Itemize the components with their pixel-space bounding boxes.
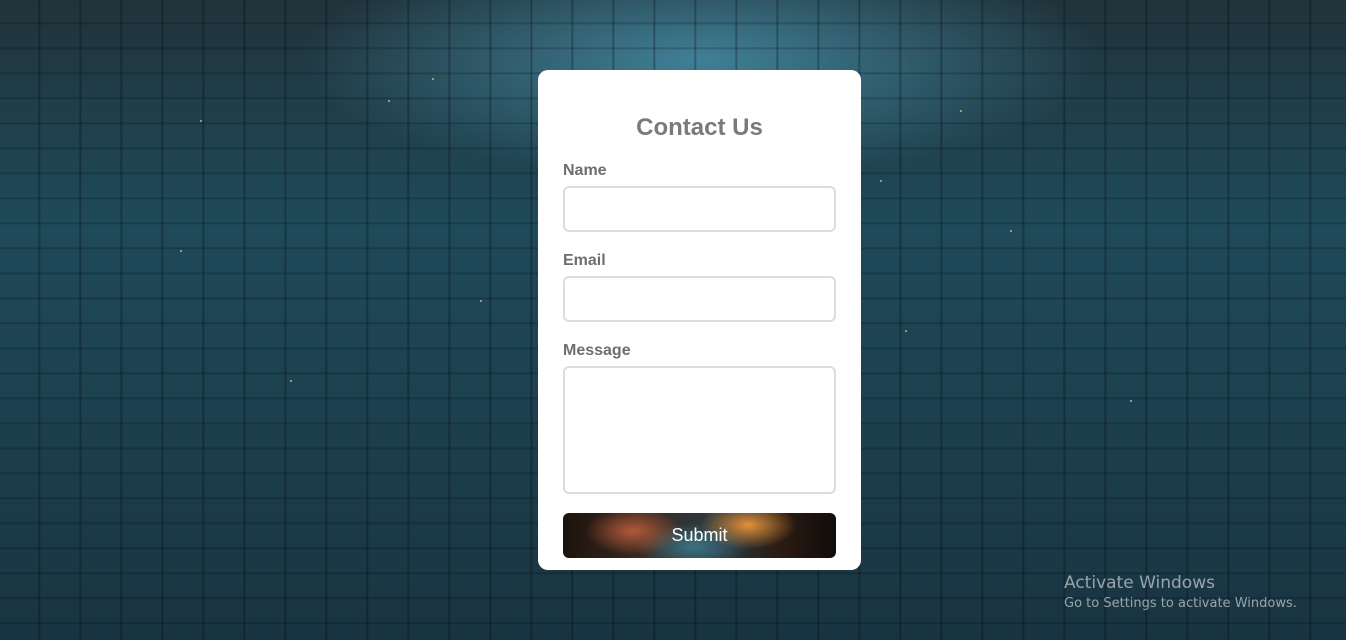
sparkle — [432, 78, 434, 80]
name-label: Name — [563, 162, 607, 179]
contact-form-card: Contact Us Name Email Message Submit — [538, 70, 861, 570]
sparkle — [388, 100, 390, 102]
sparkle — [200, 120, 202, 122]
sparkle — [290, 380, 292, 382]
form-title: Contact Us — [636, 114, 763, 141]
sparkle — [1130, 400, 1132, 402]
sparkle — [960, 110, 962, 112]
windows-activation-watermark: Activate Windows Go to Settings to activ… — [1064, 572, 1297, 614]
submit-button[interactable]: Submit — [563, 513, 836, 558]
sparkle — [480, 300, 482, 302]
sparkle — [880, 180, 882, 182]
message-textarea[interactable] — [563, 366, 836, 494]
message-label: Message — [563, 342, 631, 359]
watermark-title: Activate Windows — [1064, 573, 1215, 593]
sparkle — [905, 330, 907, 332]
name-input[interactable] — [563, 186, 836, 232]
email-label: Email — [563, 252, 606, 269]
watermark-subtitle: Go to Settings to activate Windows. — [1064, 596, 1297, 611]
sparkle — [180, 250, 182, 252]
sparkle — [1010, 230, 1012, 232]
email-input[interactable] — [563, 276, 836, 322]
